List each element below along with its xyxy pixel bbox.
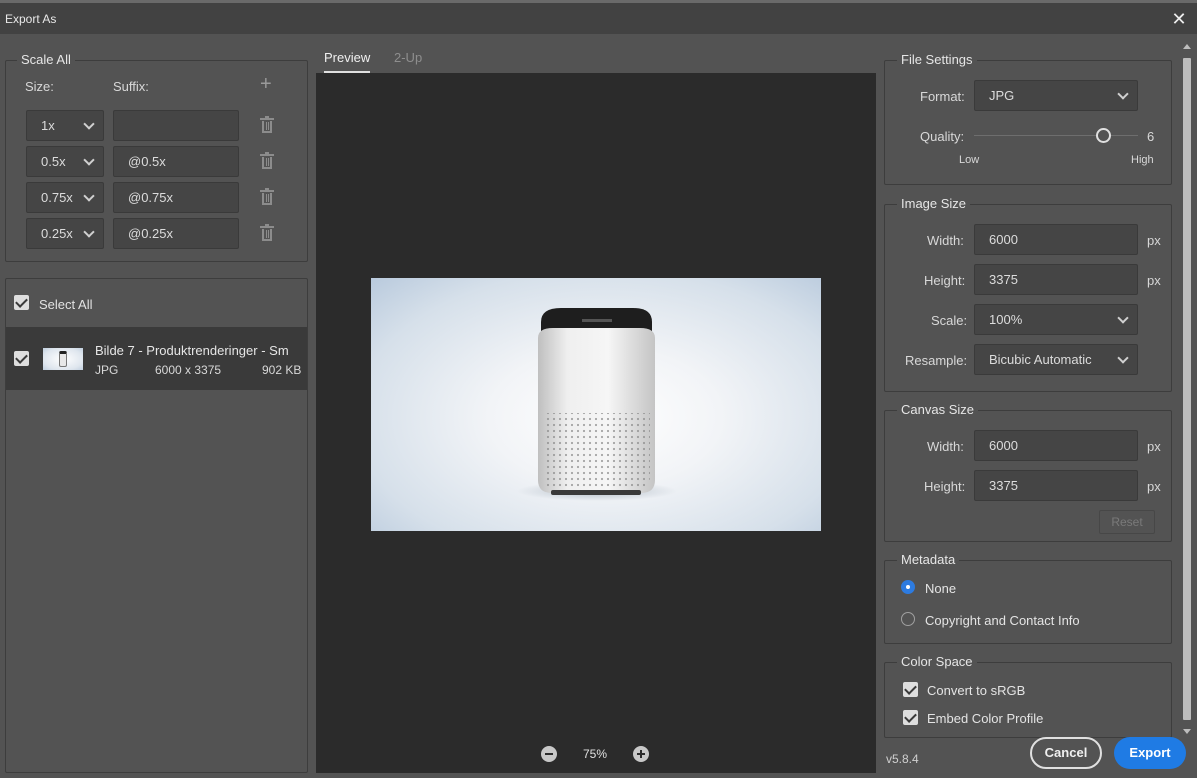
scale-label: Scale: xyxy=(931,313,968,328)
image-height-label: Height: xyxy=(924,273,966,288)
quality-high-label: High xyxy=(1131,154,1154,166)
select-all-checkbox[interactable] xyxy=(14,295,29,310)
image-width-input[interactable]: 6000 xyxy=(974,224,1138,255)
trash-icon[interactable] xyxy=(260,224,274,242)
trash-icon[interactable] xyxy=(260,188,274,206)
scroll-down-arrow-icon[interactable] xyxy=(1183,729,1191,734)
file-settings-panel xyxy=(884,60,1172,185)
zoom-level: 75% xyxy=(583,747,608,761)
canvas-height-unit: px xyxy=(1147,479,1161,494)
suffix-input-3[interactable]: @0.75x xyxy=(113,182,239,213)
image-height-unit: px xyxy=(1147,273,1161,288)
color-space-panel xyxy=(884,662,1172,738)
suffix-input-1[interactable] xyxy=(113,110,239,141)
chevron-down-icon xyxy=(1117,352,1129,364)
suffix-input-2[interactable]: @0.5x xyxy=(113,146,239,177)
chevron-down-icon xyxy=(83,190,95,202)
embed-profile-checkbox[interactable] xyxy=(903,710,918,725)
convert-srgb-checkbox[interactable] xyxy=(903,682,918,697)
product-render-image xyxy=(517,308,677,501)
metadata-none-label[interactable]: None xyxy=(925,581,956,596)
close-icon[interactable]: ✕ xyxy=(1169,9,1189,29)
size-select-4-value: 0.25x xyxy=(41,226,73,241)
asset-dimensions: 6000 x 3375 xyxy=(155,363,222,377)
size-select-3[interactable]: 0.75x xyxy=(26,182,104,213)
tab-2up[interactable]: 2-Up xyxy=(394,50,422,65)
size-select-3-value: 0.75x xyxy=(41,190,73,205)
size-select-2[interactable]: 0.5x xyxy=(26,146,104,177)
zoom-out-icon[interactable] xyxy=(541,746,557,762)
add-scale-icon[interactable]: + xyxy=(260,73,272,96)
size-select-4[interactable]: 0.25x xyxy=(26,218,104,249)
canvas-height-label: Height: xyxy=(924,479,966,494)
tab-preview[interactable]: Preview xyxy=(324,50,370,65)
asset-checkbox[interactable] xyxy=(14,351,29,366)
chevron-down-icon xyxy=(1117,312,1129,324)
canvas-width-input[interactable]: 6000 xyxy=(974,430,1138,461)
canvas-width-label: Width: xyxy=(927,439,964,454)
chevron-down-icon xyxy=(83,118,95,130)
metadata-copyright-label[interactable]: Copyright and Contact Info xyxy=(925,613,1080,628)
image-width-label: Width: xyxy=(927,233,964,248)
metadata-copyright-radio[interactable] xyxy=(901,612,915,626)
resample-select-value: Bicubic Automatic xyxy=(989,352,1092,367)
suffix-input-4[interactable]: @0.25x xyxy=(113,218,239,249)
title-bar: Export As ✕ xyxy=(0,0,1197,34)
canvas-height-input[interactable]: 3375 xyxy=(974,470,1138,501)
convert-srgb-label[interactable]: Convert to sRGB xyxy=(927,683,1025,698)
version-label: v5.8.4 xyxy=(886,752,919,766)
quality-low-label: Low xyxy=(959,154,980,166)
scale-select[interactable]: 100% xyxy=(974,304,1138,335)
quality-value: 6 xyxy=(1147,129,1155,144)
canvas-size-legend: Canvas Size xyxy=(897,402,978,417)
reset-button[interactable]: Reset xyxy=(1099,510,1155,534)
cancel-button[interactable]: Cancel xyxy=(1030,737,1102,769)
scroll-up-arrow-icon[interactable] xyxy=(1183,44,1191,49)
quality-slider-thumb[interactable] xyxy=(1096,128,1111,143)
metadata-legend: Metadata xyxy=(897,552,960,567)
size-select-1[interactable]: 1x xyxy=(26,110,104,141)
size-header: Size: xyxy=(25,79,54,94)
metadata-panel xyxy=(884,560,1172,644)
suffix-header: Suffix: xyxy=(113,79,149,94)
export-button[interactable]: Export xyxy=(1114,737,1186,769)
reset-button-label: Reset xyxy=(1111,515,1143,529)
window-title: Export As xyxy=(5,12,57,26)
scale-panel-legend: Scale All xyxy=(17,52,75,67)
image-width-unit: px xyxy=(1147,233,1161,248)
preview-image xyxy=(371,278,821,531)
chevron-down-icon xyxy=(83,226,95,238)
size-select-2-value: 0.5x xyxy=(41,154,66,169)
chevron-down-icon xyxy=(1117,88,1129,100)
quality-label: Quality: xyxy=(920,129,965,144)
metadata-none-radio[interactable] xyxy=(901,580,915,594)
settings-scrollbar[interactable] xyxy=(1182,44,1192,734)
resample-label: Resample: xyxy=(905,353,968,368)
quality-slider-track[interactable] xyxy=(974,135,1138,136)
image-size-legend: Image Size xyxy=(897,196,971,211)
trash-icon[interactable] xyxy=(260,152,274,170)
asset-thumbnail xyxy=(43,348,83,370)
select-all-label[interactable]: Select All xyxy=(39,297,92,312)
format-select-value: JPG xyxy=(989,88,1015,103)
size-select-1-value: 1x xyxy=(41,118,55,133)
chevron-down-icon xyxy=(83,154,95,166)
embed-profile-label[interactable]: Embed Color Profile xyxy=(927,711,1043,726)
scale-select-value: 100% xyxy=(989,312,1023,327)
asset-name: Bilde 7 - Produktrenderinger - Sm xyxy=(95,343,289,358)
canvas-width-unit: px xyxy=(1147,439,1161,454)
color-space-legend: Color Space xyxy=(897,654,977,669)
format-select[interactable]: JPG xyxy=(974,80,1138,111)
asset-format: JPG xyxy=(95,363,119,377)
zoom-in-icon[interactable] xyxy=(633,746,649,762)
format-label: Format: xyxy=(920,89,965,104)
trash-icon[interactable] xyxy=(260,116,274,134)
file-settings-legend: File Settings xyxy=(897,52,977,67)
resample-select[interactable]: Bicubic Automatic xyxy=(974,344,1138,375)
scrollbar-thumb[interactable] xyxy=(1183,58,1191,720)
image-height-input[interactable]: 3375 xyxy=(974,264,1138,295)
asset-filesize: 902 KB xyxy=(262,363,302,377)
